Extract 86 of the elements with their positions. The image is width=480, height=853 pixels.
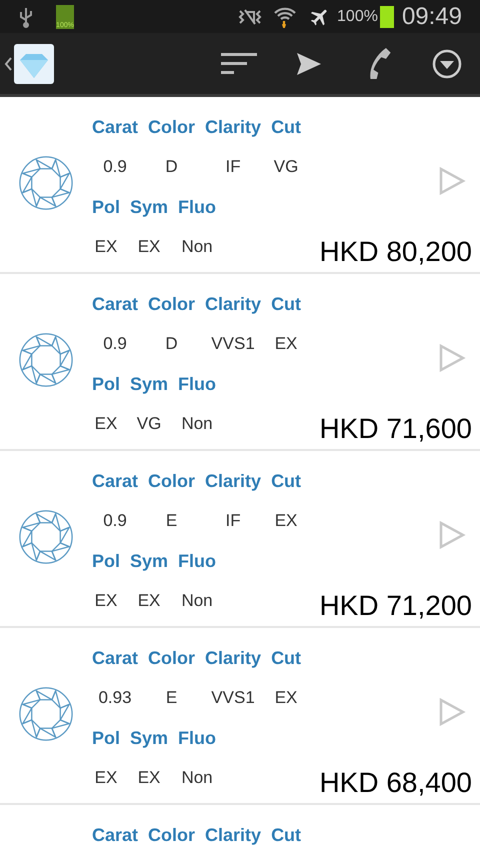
field-value: EX — [138, 767, 160, 790]
field-label: Cut — [271, 646, 302, 670]
field-label: Color — [148, 646, 196, 670]
field-value: Non — [181, 767, 213, 790]
play-arrow-icon — [438, 521, 466, 549]
back-caret-icon — [4, 56, 12, 70]
field-label: Cut — [271, 824, 302, 846]
field-value: EX — [138, 236, 160, 258]
field-label: Pol — [92, 726, 120, 750]
field-value: IF — [225, 156, 241, 178]
field-value: Non — [181, 413, 213, 436]
field-label: Pol — [92, 196, 120, 218]
field-label: Color — [148, 470, 196, 492]
dropdown-circle-icon — [432, 48, 462, 78]
clock: 09:49 — [402, 2, 462, 32]
field-value: VVS1 — [211, 687, 255, 710]
field-value: 0.9 — [103, 156, 127, 178]
play-arrow-icon — [438, 344, 466, 372]
field-label: Sym — [130, 372, 168, 396]
field-value: VVS1 — [211, 333, 255, 356]
field-value: E — [166, 510, 178, 532]
field-value: EX — [94, 413, 118, 436]
field-label: Carat — [92, 646, 138, 670]
wifi-icon — [273, 6, 298, 28]
battery-icon — [380, 6, 394, 28]
vibrate-icon — [237, 6, 264, 26]
diamond-list-item[interactable]: Carat Color Clarity Cut — [0, 805, 480, 853]
field-label: Fluo — [178, 550, 216, 572]
field-label: Color — [148, 292, 196, 316]
field-label: Fluo — [178, 196, 216, 218]
field-value: 0.93 — [98, 687, 132, 710]
field-label: Color — [148, 116, 196, 138]
field-label: Clarity — [205, 824, 262, 847]
field-label: Clarity — [205, 470, 262, 493]
field-label: Sym — [130, 196, 168, 219]
field-value: D — [165, 333, 178, 356]
field-label: Color — [148, 824, 196, 846]
diamond-list-item[interactable]: Carat 0.93 Color E Clarity VVS1 Cut EX Pol EX Sym EX Fluo Non HKD 68,400 — [0, 628, 480, 805]
field-label: Sym — [130, 726, 168, 750]
field-value: EX — [94, 590, 118, 612]
field-value: D — [165, 156, 178, 178]
play-arrow-icon — [438, 167, 466, 195]
field-label: Carat — [92, 824, 138, 846]
field-value: EX — [94, 236, 118, 258]
send-icon — [296, 52, 322, 76]
field-value: EX — [94, 767, 118, 790]
play-arrow-icon — [438, 698, 466, 726]
field-label: Carat — [92, 470, 138, 492]
field-label: Cut — [271, 116, 302, 138]
price: HKD 71,200 — [319, 589, 472, 623]
diamond-list-item[interactable]: Carat 0.9 Color D Clarity IF Cut VG Pol EX Sym EX Fluo Non HKD 80,200 — [0, 97, 480, 274]
diamond-logo-icon — [14, 44, 54, 84]
app-logo-button[interactable] — [4, 44, 54, 84]
field-label: Fluo — [178, 726, 216, 750]
field-value: 0.9 — [103, 333, 127, 356]
field-value: E — [166, 687, 178, 710]
field-value: 0.9 — [103, 510, 127, 532]
price: HKD 68,400 — [319, 766, 472, 800]
field-label: Carat — [92, 292, 138, 316]
field-value: EX — [274, 333, 298, 356]
field-label: Clarity — [205, 292, 262, 316]
field-value: VG — [136, 413, 162, 436]
field-label: Pol — [92, 372, 120, 396]
phone-icon — [367, 48, 391, 79]
field-value: Non — [181, 590, 213, 612]
battery-percent: 100% — [337, 6, 378, 26]
field-value: VG — [274, 156, 298, 178]
field-label: Cut — [271, 292, 302, 316]
field-label: Clarity — [205, 116, 262, 139]
usb-icon — [18, 6, 34, 28]
diamond-list-item[interactable]: Carat 0.9 Color E Clarity IF Cut EX Pol EX Sym EX Fluo Non HKD 71,200 — [0, 451, 480, 628]
field-value: EX — [274, 510, 298, 532]
field-label: Sym — [130, 550, 168, 573]
field-value: EX — [274, 687, 298, 710]
sort-icon — [221, 52, 257, 76]
field-label: Carat — [92, 116, 138, 138]
field-label: Cut — [271, 470, 302, 492]
field-value: Non — [181, 236, 213, 258]
price: HKD 71,600 — [319, 412, 472, 446]
field-value: IF — [225, 510, 241, 532]
price: HKD 80,200 — [319, 235, 472, 269]
field-label: Pol — [92, 550, 120, 572]
field-label: Clarity — [205, 646, 262, 670]
field-label: Fluo — [178, 372, 216, 396]
field-value: EX — [138, 590, 160, 612]
diamond-list-item[interactable]: Carat 0.9 Color D Clarity VVS1 Cut EX Pol EX Sym VG Fluo Non HKD 71,600 — [0, 274, 480, 451]
